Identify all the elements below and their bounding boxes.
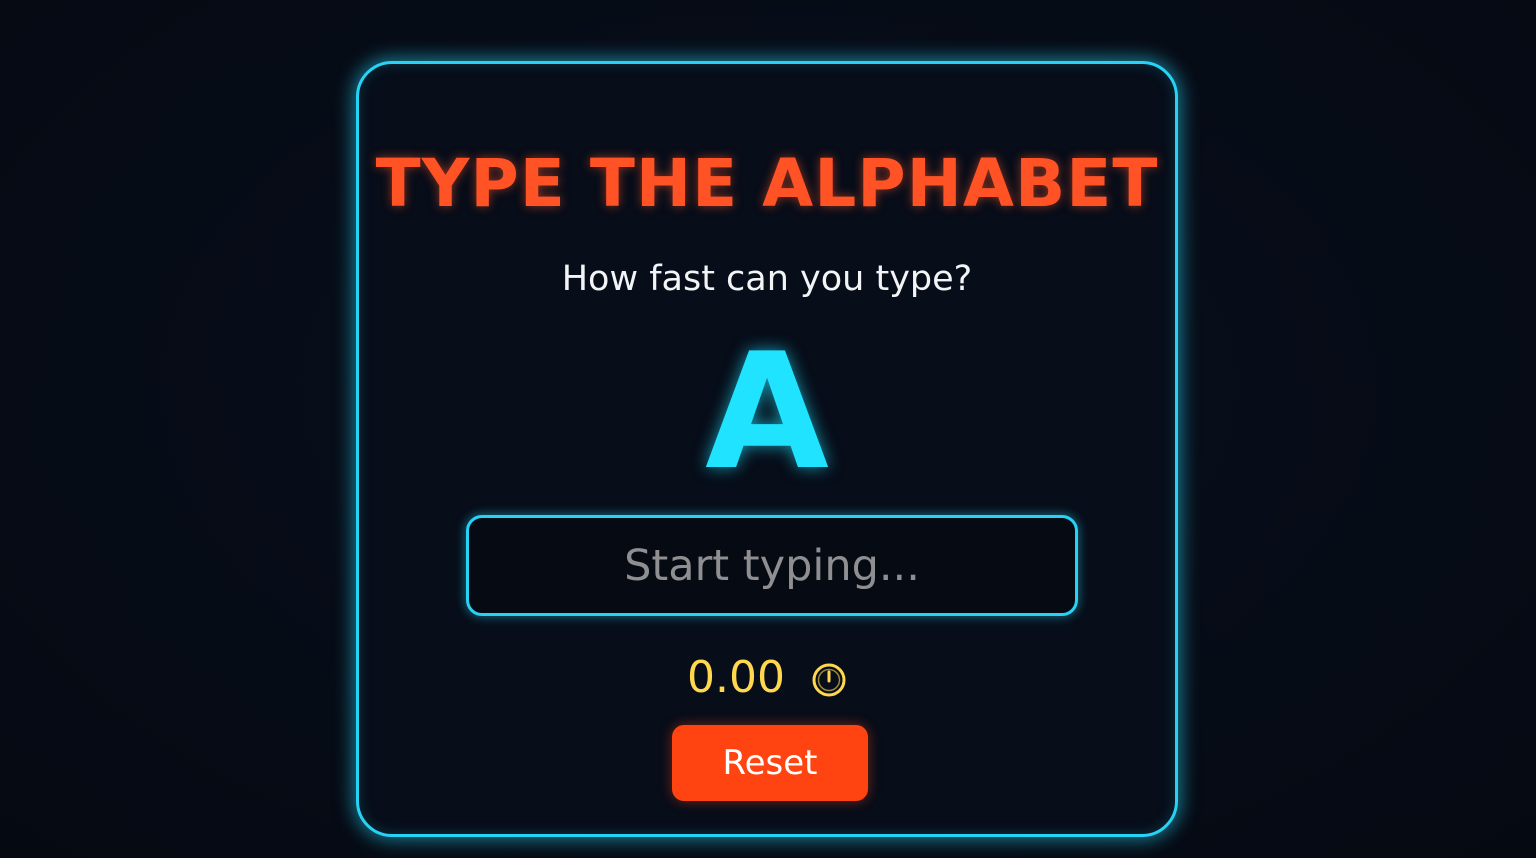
stopwatch-icon — [811, 658, 847, 697]
game-subtitle: How fast can you type? — [561, 259, 973, 299]
reset-button[interactable]: Reset — [672, 725, 868, 801]
current-letter: A — [705, 318, 829, 505]
timer-value: 0.00 — [687, 652, 785, 703]
typing-input[interactable] — [469, 518, 1075, 613]
typing-input-container — [466, 515, 1078, 616]
game-title: TYPE THE ALPHABET — [375, 145, 1159, 222]
timer-display: 0.00 — [359, 650, 1175, 704]
game-card: TYPE THE ALPHABET How fast can you type?… — [356, 61, 1178, 837]
